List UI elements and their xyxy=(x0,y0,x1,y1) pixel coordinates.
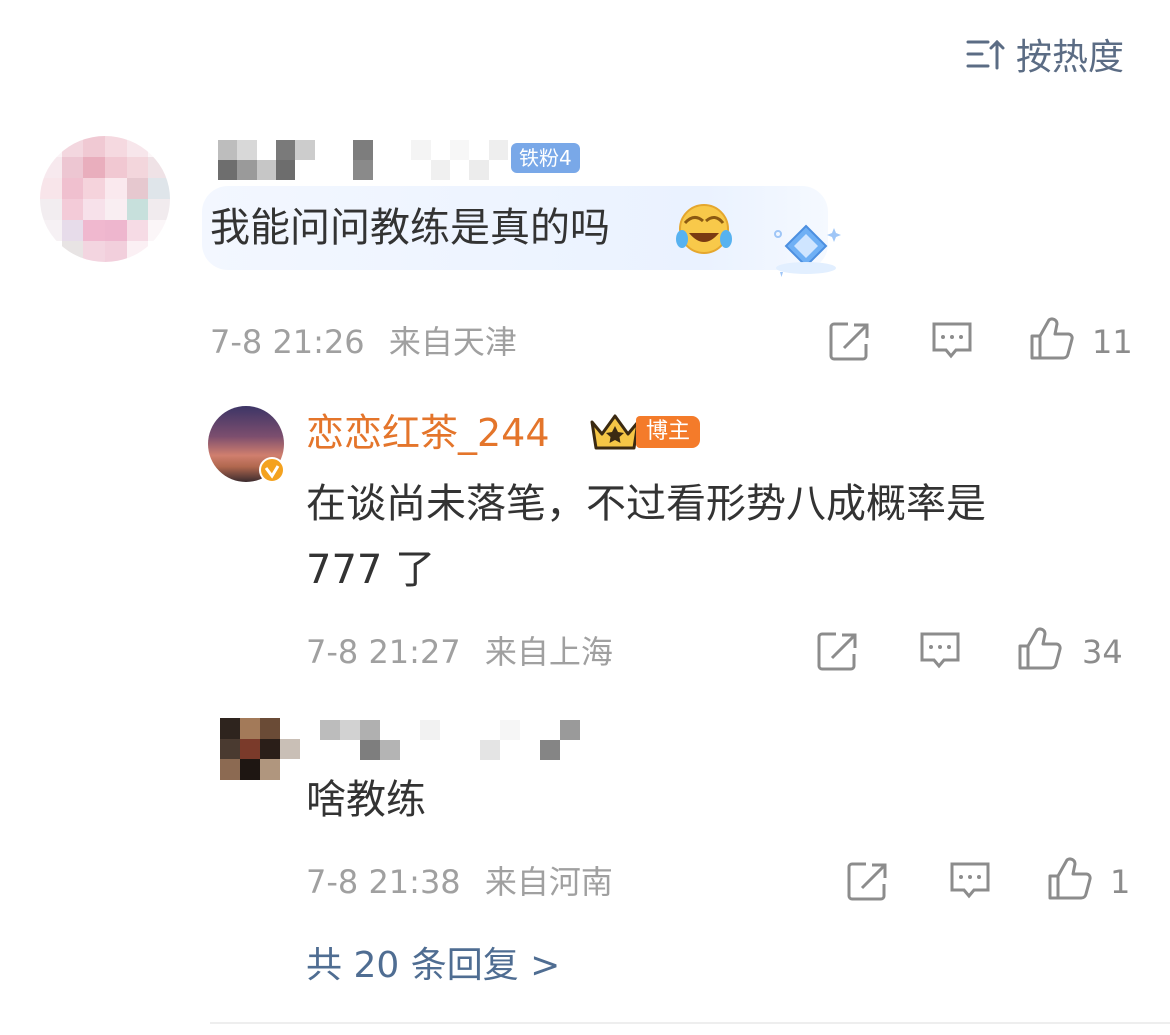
like-icon[interactable] xyxy=(1016,626,1064,672)
comment-icon[interactable] xyxy=(918,630,962,672)
reply-meta: 7-8 21:27 来自上海 xyxy=(306,632,613,672)
username-blurred[interactable] xyxy=(320,720,580,760)
divider xyxy=(210,1022,1170,1024)
diamond-icon xyxy=(768,220,848,284)
reply-time: 7-8 21:27 xyxy=(306,633,461,671)
like-icon[interactable] xyxy=(1046,856,1094,902)
verified-icon xyxy=(258,456,286,488)
sort-label: 按热度 xyxy=(1016,37,1125,78)
sort-by-hot-button[interactable]: 按热度 xyxy=(966,28,1124,80)
username-blurred[interactable] xyxy=(218,140,508,180)
comment-time: 7-8 21:26 xyxy=(210,323,365,361)
like-icon[interactable] xyxy=(1028,316,1076,362)
share-icon[interactable] xyxy=(828,320,872,362)
blogger-tag: 博主 xyxy=(636,416,701,448)
like-count: 11 xyxy=(1092,323,1133,361)
share-icon[interactable] xyxy=(816,630,860,672)
reply-meta: 7-8 21:38 来自河南 xyxy=(306,862,613,902)
laugh-cry-emoji xyxy=(676,203,732,259)
like-count: 34 xyxy=(1082,633,1123,671)
comment-location: 来自天津 xyxy=(388,323,517,361)
fan-badge: 铁粉4 xyxy=(511,143,580,173)
crown-icon xyxy=(588,410,642,458)
comment-icon[interactable] xyxy=(930,320,974,362)
share-icon[interactable] xyxy=(846,860,890,902)
reply-time: 7-8 21:38 xyxy=(306,863,461,901)
comment-text: 我能问问教练是真的吗 xyxy=(210,205,610,251)
like-count: 1 xyxy=(1110,863,1131,901)
comment-icon[interactable] xyxy=(948,860,992,902)
reply-text-line1: 在谈尚未落笔，不过看形势八成概率是 xyxy=(306,481,986,527)
sort-desc-icon xyxy=(966,36,1006,72)
avatar[interactable] xyxy=(40,136,170,262)
reply-text-line2: 777 了 xyxy=(306,547,436,593)
avatar[interactable] xyxy=(220,718,300,780)
comment-meta: 7-8 21:26 来自天津 xyxy=(210,322,517,362)
reply-username[interactable]: 恋恋红茶_244 xyxy=(306,410,550,456)
reply-location: 来自河南 xyxy=(484,863,613,901)
more-replies-link[interactable]: 共 20 条回复 > xyxy=(306,944,560,988)
reply-location: 来自上海 xyxy=(484,633,613,671)
reply-text: 啥教练 xyxy=(306,777,426,823)
